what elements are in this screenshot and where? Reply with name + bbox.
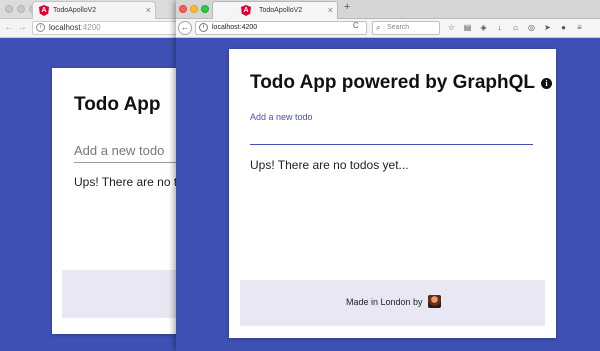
tab-title: TodoApolloV2 [259, 7, 303, 14]
window-maximize-button[interactable] [201, 5, 209, 13]
footer: Made in London by [240, 280, 545, 326]
close-icon[interactable]: × [146, 2, 151, 19]
app-title: Todo App powered by GraphQL [250, 72, 535, 93]
back-tab-bar: A TodoApolloV2 × [0, 0, 178, 19]
url-text: localhost:4200 [212, 24, 258, 31]
close-icon[interactable]: × [328, 2, 333, 19]
todo-input-label: Add a new todo [250, 112, 313, 122]
background-browser-window: A TodoApolloV2 × ← → i localhost:4200 To… [0, 0, 178, 351]
title-row: Todo App powered by GraphQL i [250, 72, 552, 94]
tab-bar: A TodoApolloV2 × + [176, 0, 600, 19]
back-todo-input[interactable]: Add a new todo [74, 141, 178, 163]
new-tab-icon[interactable]: + [344, 1, 350, 13]
back-todo-card: Todo App Add a new todo Ups! There are n… [52, 68, 178, 334]
todo-input[interactable] [250, 127, 533, 143]
window-minimize-dot-inactive[interactable] [17, 5, 25, 13]
back-page: Todo App Add a new todo Ups! There are n… [0, 38, 178, 351]
window-close-button[interactable] [179, 5, 187, 13]
navigation-toolbar: ← i localhost:4200 C ⌕ Search ☆ ▤ ◈ ↓ ⌂ … [176, 19, 600, 38]
footer-credit: Made in London by [346, 295, 441, 308]
info-icon[interactable]: i [36, 23, 45, 32]
footer-text: Made in London by [346, 296, 423, 307]
address-bar[interactable]: i localhost:4200 [195, 21, 367, 35]
search-icon: ⌕ [376, 23, 381, 32]
info-icon[interactable]: i [199, 23, 208, 32]
empty-todos-message: Ups! There are no todos yet... [250, 158, 409, 172]
back-app-title: Todo App [74, 94, 161, 115]
downloads-icon[interactable]: ↓ [494, 22, 505, 33]
foreground-browser-window: A TodoApolloV2 × + ← i localhost:4200 C … [176, 0, 600, 351]
back-tab-title: TodoApolloV2 [53, 7, 97, 14]
angular-icon: A [39, 5, 49, 16]
back-url-host: localhost [49, 23, 81, 32]
back-url-port: :4200 [80, 23, 101, 32]
toolbar-icons: ☆ ▤ ◈ ↓ ⌂ ◎ ➤ ● ≡ [446, 22, 585, 35]
back-browser-tab[interactable]: A TodoApolloV2 × [32, 1, 156, 19]
back-arrow-icon[interactable]: ← [178, 21, 192, 35]
pocket-icon[interactable]: ◈ [478, 22, 489, 33]
back-footer [62, 270, 178, 318]
reader-view-icon[interactable]: ▤ [462, 22, 473, 33]
menu-icon[interactable]: ≡ [574, 22, 585, 33]
angular-icon: A [241, 5, 251, 16]
todo-card: Todo App powered by GraphQL i Add a new … [229, 49, 556, 338]
page-content: Todo App powered by GraphQL i Add a new … [176, 38, 600, 351]
browser-tab[interactable]: A TodoApolloV2 × [212, 1, 338, 19]
reload-icon[interactable]: C [353, 21, 359, 30]
extension-icon[interactable]: ● [558, 22, 569, 33]
send-icon[interactable]: ➤ [542, 22, 553, 33]
sync-icon[interactable]: ◎ [526, 22, 537, 33]
home-icon[interactable]: ⌂ [510, 22, 521, 33]
search-placeholder: Search [387, 24, 410, 31]
search-box[interactable]: ⌕ Search [372, 21, 440, 35]
info-icon[interactable]: i [541, 77, 552, 89]
author-avatar[interactable] [427, 295, 441, 308]
back-empty-message: Ups! There are no todos [74, 175, 178, 189]
window-minimize-button[interactable] [190, 5, 198, 13]
todo-input-container: Add a new todo [250, 105, 533, 145]
forward-arrow-icon[interactable]: → [17, 22, 27, 33]
back-toolbar: ← → i localhost:4200 [0, 19, 178, 38]
bookmark-star-icon[interactable]: ☆ [446, 22, 457, 33]
back-address-bar[interactable]: i localhost:4200 [32, 21, 178, 35]
back-arrow-icon[interactable]: ← [4, 22, 14, 33]
window-close-dot-inactive[interactable] [5, 5, 13, 13]
